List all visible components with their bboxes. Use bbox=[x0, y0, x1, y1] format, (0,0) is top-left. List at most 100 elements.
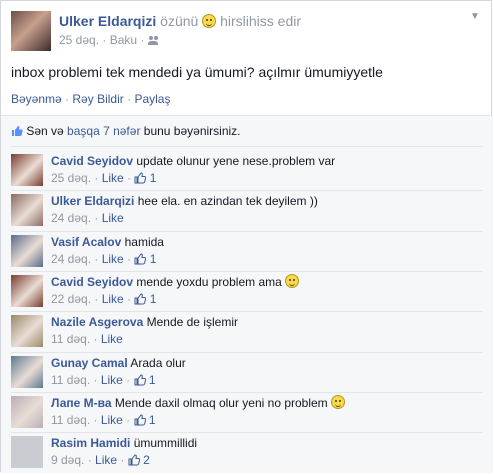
smile-emoji-icon bbox=[331, 395, 346, 409]
feeling-prefix: özünü bbox=[160, 13, 199, 29]
divider bbox=[11, 311, 483, 312]
comment-item: Nazile Asgerova Mende de işlemir 11 dəq. … bbox=[11, 311, 483, 354]
divider bbox=[11, 190, 483, 191]
comment-text: Arada olur bbox=[130, 356, 186, 370]
comment-time[interactable]: 22 dəq. bbox=[51, 292, 91, 306]
comment-meta: 11 dəq. · Like · 1 bbox=[51, 373, 156, 387]
thumbs-up-icon[interactable] bbox=[134, 293, 147, 305]
thumbs-up-icon[interactable] bbox=[134, 172, 147, 184]
comment-time[interactable]: 11 dəq. bbox=[51, 373, 90, 387]
comment-item: Cavid Seyidov mende yoxdu problem ama 22… bbox=[11, 271, 483, 314]
comment-time[interactable]: 24 dəq. bbox=[51, 252, 91, 266]
divider bbox=[11, 432, 483, 433]
comment-time[interactable]: 9 dəq. bbox=[51, 453, 84, 467]
thumbs-up-icon[interactable] bbox=[128, 454, 140, 466]
friends-icon[interactable] bbox=[147, 36, 159, 45]
comment-like-count[interactable]: 2 bbox=[143, 453, 150, 467]
likes-suffix: bunu bəyənirsiniz. bbox=[143, 124, 241, 138]
comment-like-count[interactable]: 1 bbox=[149, 413, 156, 427]
comment-like-link[interactable]: Like bbox=[102, 171, 124, 185]
comment-like-link[interactable]: Like bbox=[102, 252, 124, 266]
comment-meta: 11 dəq. · Like · 1 bbox=[51, 413, 156, 427]
commenter-avatar[interactable] bbox=[11, 275, 43, 307]
comment-body: Vasif Acalov hamida 24 dəq. · Like · 1 bbox=[51, 234, 164, 268]
comment-time[interactable]: 24 dəq. bbox=[51, 211, 91, 225]
commenter-name[interactable]: Cavid Seyidov bbox=[51, 275, 133, 289]
likes-prefix: Sən və bbox=[26, 124, 64, 138]
commenter-avatar[interactable] bbox=[11, 356, 43, 388]
like-action[interactable]: Bəyənmə bbox=[11, 92, 62, 106]
comment-time[interactable]: 11 dəq. bbox=[51, 413, 90, 427]
author-avatar[interactable] bbox=[11, 11, 51, 51]
commenter-name[interactable]: Gunay Camal bbox=[51, 356, 128, 370]
commenter-avatar[interactable] bbox=[11, 396, 43, 428]
likes-others-link[interactable]: başqa 7 nəfər bbox=[67, 124, 140, 138]
annoyed-emoji-icon bbox=[202, 14, 217, 28]
thumbs-up-icon[interactable] bbox=[134, 374, 146, 386]
comment-line: Nazile Asgerova Mende de işlemir bbox=[51, 314, 238, 331]
smile-emoji-icon bbox=[285, 274, 300, 288]
comment-like-count[interactable]: 1 bbox=[150, 252, 157, 266]
comment-like-link[interactable]: Like bbox=[101, 373, 123, 387]
comment-text: Mende de işlemir bbox=[146, 315, 238, 329]
comment-item: Rasim Hamidi ümummillidi 9 dəq. · Like · … bbox=[11, 432, 483, 475]
divider bbox=[11, 392, 483, 393]
commenter-name[interactable]: Ulker Eldarqizi bbox=[51, 194, 134, 208]
commenter-avatar[interactable] bbox=[11, 315, 43, 347]
share-action[interactable]: Paylaş bbox=[134, 92, 170, 106]
divider bbox=[11, 352, 483, 353]
comment-line: Ulker Eldarqizi hee ela. en azindan tek … bbox=[51, 193, 318, 210]
comment-like-link[interactable]: Like bbox=[101, 413, 123, 427]
comment-body: Cavid Seyidov update olunur yene nese.pr… bbox=[51, 153, 335, 187]
comment-like-count[interactable]: 1 bbox=[149, 373, 156, 387]
comment-action[interactable]: Rəy Bildir bbox=[72, 92, 123, 106]
commenter-name[interactable]: Rasim Hamidi bbox=[51, 436, 130, 450]
comment-body: Gunay Camal Arada olur 11 dəq. · Like · 1 bbox=[51, 355, 186, 389]
commenter-name[interactable]: Vasif Acalov bbox=[51, 235, 121, 249]
post-header: Ulker Eldarqizi özünü hirslihiss edir 25… bbox=[11, 11, 481, 53]
comment-meta: 24 dəq. · Like · 1 bbox=[51, 252, 157, 266]
comment-item: Gunay Camal Arada olur 11 dəq. · Like · 1 bbox=[11, 352, 483, 395]
comment-item: Cavid Seyidov update olunur yene nese.pr… bbox=[11, 153, 481, 193]
post-meta: 25 dəq. · Baku · bbox=[59, 33, 159, 47]
thumbs-up-icon[interactable] bbox=[134, 253, 147, 265]
thumbs-up-icon[interactable] bbox=[134, 414, 146, 426]
divider bbox=[11, 146, 483, 147]
comment-body: Cavid Seyidov mende yoxdu problem ama 22… bbox=[51, 274, 300, 308]
post-time[interactable]: 25 dəq. bbox=[59, 33, 99, 47]
comment-like-link[interactable]: Like bbox=[95, 453, 117, 467]
comment-text: hamida bbox=[124, 235, 164, 249]
comments-section: Sən və başqa 7 nəfər bunu bəyənirsiniz. … bbox=[1, 116, 493, 473]
comment-like-count[interactable]: 1 bbox=[150, 171, 157, 185]
comment-like-link[interactable]: Like bbox=[102, 292, 124, 306]
author-name[interactable]: Ulker Eldarqizi bbox=[59, 13, 156, 29]
comment-time[interactable]: 25 dəq. bbox=[51, 171, 91, 185]
comment-line: Лапе М-ва Mende daxil olmaq olur yeni no… bbox=[51, 395, 346, 412]
comment-body: Nazile Asgerova Mende de işlemir 11 dəq. … bbox=[51, 314, 238, 348]
commenter-name[interactable]: Cavid Seyidov bbox=[51, 154, 133, 168]
commenter-name[interactable]: Лапе М-ва bbox=[51, 396, 112, 410]
comment-meta: 11 dəq. · Like bbox=[51, 332, 123, 346]
comment-line: Cavid Seyidov update olunur yene nese.pr… bbox=[51, 153, 335, 170]
commenter-name[interactable]: Nazile Asgerova bbox=[51, 315, 143, 329]
comment-line: Vasif Acalov hamida bbox=[51, 234, 164, 251]
likes-summary: Sən və başqa 7 nəfər bunu bəyənirsiniz. bbox=[11, 124, 241, 138]
chevron-down-icon[interactable]: ▼ bbox=[469, 11, 481, 23]
commenter-avatar[interactable] bbox=[11, 436, 43, 468]
comment-line: Rasim Hamidi ümummillidi bbox=[51, 435, 197, 452]
comment-text: mende yoxdu problem ama bbox=[136, 275, 282, 289]
thumbs-up-icon bbox=[11, 125, 23, 137]
post-location[interactable]: Baku bbox=[110, 33, 137, 47]
commenter-avatar[interactable] bbox=[11, 154, 43, 186]
comment-like-link[interactable]: Like bbox=[101, 332, 123, 346]
commenter-avatar[interactable] bbox=[11, 194, 43, 226]
comment-like-count[interactable]: 1 bbox=[150, 292, 157, 306]
comment-like-link[interactable]: Like bbox=[102, 211, 124, 225]
comment-time[interactable]: 11 dəq. bbox=[51, 332, 90, 346]
divider bbox=[11, 231, 483, 232]
comment-meta: 24 dəq. · Like bbox=[51, 211, 124, 225]
comment-meta: 25 dəq. · Like · 1 bbox=[51, 171, 157, 185]
feeling-text[interactable]: hirslihiss edir bbox=[220, 13, 301, 29]
commenter-avatar[interactable] bbox=[11, 235, 43, 267]
comment-meta: 22 dəq. · Like · 1 bbox=[51, 292, 157, 306]
